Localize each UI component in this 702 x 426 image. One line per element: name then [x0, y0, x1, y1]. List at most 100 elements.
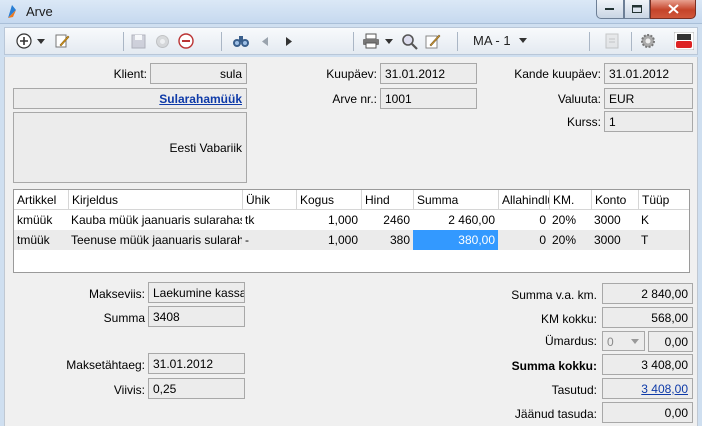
column-header[interactable]: Artikkel: [14, 190, 68, 210]
client-address-field[interactable]: Eesti Vabariik: [13, 112, 247, 183]
table-cell[interactable]: 3000: [591, 230, 638, 250]
invoice-number-label: Arve nr.:: [332, 92, 377, 106]
report-edit-button[interactable]: [423, 32, 443, 50]
close-button[interactable]: [650, 0, 696, 19]
table-cell[interactable]: 1,000: [296, 230, 361, 250]
column-header[interactable]: Ühik: [242, 190, 296, 210]
invoice-number-field[interactable]: 1001: [380, 88, 477, 109]
save-button[interactable]: [129, 32, 147, 50]
print-preview-button[interactable]: [399, 32, 419, 50]
arrow-right-icon: [286, 36, 292, 46]
window-title: Arve: [26, 4, 53, 19]
rounding-dropdown-button[interactable]: [628, 334, 642, 348]
client-code-field[interactable]: sula: [150, 63, 247, 84]
client-label: Klient:: [113, 67, 147, 81]
selected-table-cell[interactable]: 380,00: [413, 230, 498, 250]
grand-total-field[interactable]: 3 408,00: [602, 354, 693, 375]
remaining-field[interactable]: 0,00: [602, 402, 693, 423]
report-select-label: MA - 1: [473, 33, 511, 48]
edit-button[interactable]: [53, 32, 71, 50]
vat-total-field[interactable]: 568,00: [602, 307, 693, 328]
column-header[interactable]: Allahindlu: [498, 190, 549, 210]
chevron-down-icon: [518, 38, 527, 43]
sum-excl-vat-field[interactable]: 2 840,00: [602, 283, 693, 304]
payment-method-field[interactable]: Laekumine kassass: [148, 282, 245, 303]
table-cell[interactable]: 2 460,00: [413, 210, 498, 230]
grand-total-label: Summa kokku:: [511, 359, 597, 373]
pen-icon: [425, 34, 441, 49]
column-header[interactable]: Kogus: [296, 190, 361, 210]
invoice-rows-table: Artikkel Kirjeldus Ühik Kogus Hind Summa…: [13, 189, 690, 273]
column-header[interactable]: Konto: [591, 190, 638, 210]
table-row[interactable]: tmüük Teenuse müük jaanuaris sularahas -…: [14, 230, 689, 250]
column-header[interactable]: Hind: [361, 190, 413, 210]
chevron-down-icon: [631, 338, 639, 344]
arrow-left-icon: [262, 36, 268, 46]
table-header: Artikkel Kirjeldus Ühik Kogus Hind Summa…: [14, 190, 689, 210]
entry-date-field[interactable]: 31.01.2012: [604, 63, 693, 84]
table-cell[interactable]: tmüük: [14, 230, 68, 250]
print-dropdown-button[interactable]: [383, 32, 395, 50]
remaining-label: Jäänud tasuda:: [514, 407, 597, 421]
table-cell[interactable]: tk: [242, 210, 296, 230]
youtube-icon: [674, 32, 694, 50]
sum-excl-vat-label: Summa v.a. km.: [511, 288, 597, 302]
due-date-label: Maksetähtaeg:: [66, 358, 145, 372]
cancel-changes-button[interactable]: [153, 32, 171, 50]
settings-button[interactable]: [639, 32, 657, 50]
table-cell[interactable]: 3000: [591, 210, 638, 230]
next-button[interactable]: [283, 32, 295, 50]
chevron-down-icon: [37, 38, 45, 44]
table-cell[interactable]: -: [242, 230, 296, 250]
delete-button[interactable]: [177, 32, 195, 50]
close-icon: [667, 4, 679, 14]
table-cell[interactable]: 20%: [549, 230, 591, 250]
maximize-button[interactable]: [624, 0, 650, 19]
plus-circle-icon: [16, 33, 32, 49]
edit-document-icon: [55, 34, 70, 48]
client-name-link[interactable]: Sularahamüük: [13, 88, 247, 109]
search-button[interactable]: [231, 32, 251, 50]
column-header[interactable]: Summa: [413, 190, 498, 210]
previous-button[interactable]: [259, 32, 271, 50]
document-button[interactable]: [603, 32, 621, 50]
maximize-icon: [631, 4, 642, 13]
table-cell[interactable]: kmüük: [14, 210, 68, 230]
penalty-field[interactable]: 0,25: [148, 378, 245, 399]
due-date-field[interactable]: 31.01.2012: [148, 353, 245, 374]
vat-total-label: KM kokku:: [540, 312, 597, 326]
document-icon: [605, 33, 619, 49]
paid-link[interactable]: 3 408,00: [602, 378, 693, 399]
column-header[interactable]: KM.: [549, 190, 591, 210]
table-row[interactable]: kmüük Kauba müük jaanuaris sularahas tk …: [14, 210, 689, 230]
column-header[interactable]: Kirjeldus: [68, 190, 242, 210]
column-header[interactable]: Tüüp: [638, 190, 689, 210]
add-dropdown-button[interactable]: [35, 32, 47, 50]
rounding-stepper[interactable]: 0: [602, 331, 645, 351]
table-cell[interactable]: 1,000: [296, 210, 361, 230]
table-cell[interactable]: Teenuse müük jaanuaris sularahas: [68, 230, 242, 250]
payment-sum-field[interactable]: 3408: [148, 306, 245, 327]
table-cell[interactable]: 380: [361, 230, 413, 250]
currency-field[interactable]: EUR: [604, 88, 693, 109]
rate-field[interactable]: 1: [604, 111, 693, 132]
chevron-down-icon: [385, 38, 393, 44]
table-cell[interactable]: 0: [498, 210, 549, 230]
table-cell[interactable]: 20%: [549, 210, 591, 230]
report-select[interactable]: MA - 1: [473, 33, 527, 48]
invoice-form: Klient: sula Sularahamüük Eesti Vabariik…: [4, 57, 698, 426]
minus-circle-icon: [178, 33, 194, 49]
table-cell[interactable]: 0: [498, 230, 549, 250]
add-button[interactable]: [15, 32, 33, 50]
table-cell[interactable]: 2460: [361, 210, 413, 230]
save-icon: [131, 34, 145, 48]
date-field[interactable]: 31.01.2012: [380, 63, 477, 84]
table-cell[interactable]: K: [638, 210, 689, 230]
rounding-field[interactable]: 0,00: [648, 331, 693, 352]
youtube-button[interactable]: [673, 32, 695, 50]
table-cell[interactable]: T: [638, 230, 689, 250]
print-button[interactable]: [361, 32, 381, 50]
gear-disabled-icon: [155, 34, 169, 48]
table-cell[interactable]: Kauba müük jaanuaris sularahas: [68, 210, 242, 230]
minimize-button[interactable]: [596, 0, 624, 19]
